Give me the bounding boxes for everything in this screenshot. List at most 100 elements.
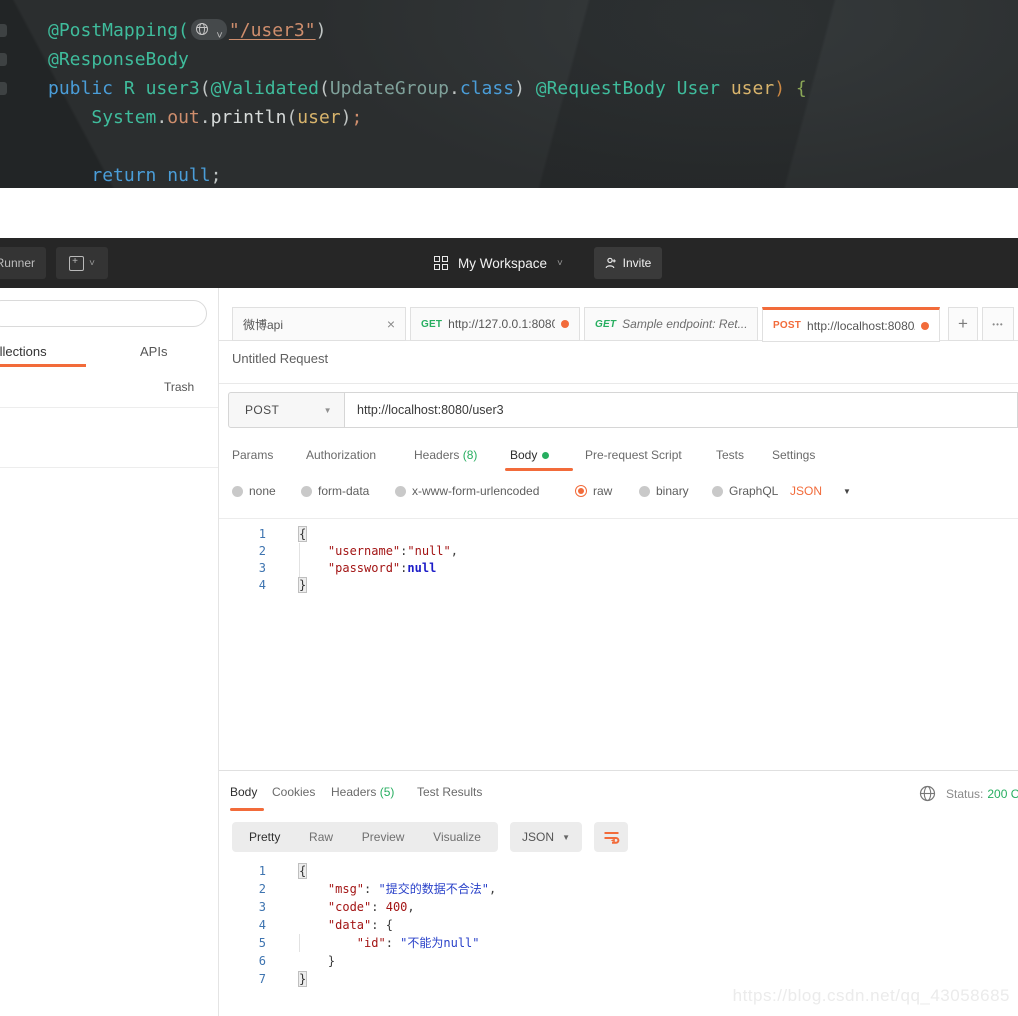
- invite-button[interactable]: Invite: [594, 247, 662, 279]
- line-number: 3: [219, 898, 266, 916]
- view-visualize[interactable]: Visualize: [433, 830, 481, 844]
- indent-guide: [299, 543, 300, 577]
- sidebar-search-input[interactable]: [0, 300, 207, 327]
- code-text: System.out.println(user);: [48, 107, 362, 128]
- tab-params[interactable]: Params: [232, 448, 273, 462]
- ide-code-lines: @PostMapping(˅"/user3")@ResponseBodypubl…: [0, 16, 1018, 188]
- request-tab-post-localhost[interactable]: POST http://localhost:8080/...: [762, 307, 940, 342]
- watermark: https://blog.csdn.net/qq_43058685: [733, 986, 1010, 1006]
- radio-form-data[interactable]: form-data: [301, 484, 369, 498]
- radio-icon: [712, 486, 723, 497]
- request-title: Untitled Request: [232, 351, 328, 366]
- code-line: @PostMapping(˅"/user3"): [0, 16, 1018, 45]
- code-line: [0, 132, 1018, 161]
- new-window-button[interactable]: ˅: [56, 247, 108, 279]
- code-text: return null;: [48, 165, 221, 186]
- response-headers-count: (5): [380, 785, 395, 799]
- code-text: "msg": "提交的数据不合法",: [299, 880, 496, 898]
- code-text: "code": 400,: [299, 898, 415, 916]
- sidebar-tab-collections[interactable]: Collections: [0, 344, 47, 359]
- request-body-editor[interactable]: 1{2 "username":"null",3 "password":null4…: [219, 518, 1018, 775]
- status-value: 200 OK: [987, 787, 1018, 801]
- chevron-down-icon[interactable]: ▼: [843, 487, 851, 496]
- code-line: 2 "msg": "提交的数据不合法",: [219, 880, 1018, 898]
- code-line: return null;: [0, 161, 1018, 188]
- new-tab-button[interactable]: +: [948, 307, 978, 341]
- radio-x-www-form-urlencoded[interactable]: x-www-form-urlencoded: [395, 484, 539, 498]
- method-badge: GET: [421, 319, 442, 330]
- line-number: 6: [219, 952, 266, 970]
- code-line: 4 "data": {: [219, 916, 1018, 934]
- view-preview[interactable]: Preview: [362, 830, 405, 844]
- code-text: }: [299, 577, 306, 594]
- code-line: 6 }: [219, 952, 1018, 970]
- line-number: 7: [219, 970, 266, 988]
- tab-tests[interactable]: Tests: [716, 448, 744, 462]
- tab-settings[interactable]: Settings: [772, 448, 815, 462]
- radio-none[interactable]: none: [232, 484, 276, 498]
- runner-button[interactable]: Runner: [0, 247, 46, 279]
- unsaved-dot: [921, 322, 929, 330]
- headers-count: (8): [463, 448, 478, 462]
- sidebar-tab-apis[interactable]: APIs: [140, 344, 167, 359]
- code-text: public R user3(@Validated(UpdateGroup.cl…: [48, 78, 807, 99]
- url-input[interactable]: http://localhost:8080/user3: [344, 392, 1018, 428]
- tab-label: Sample endpoint: Ret...: [622, 317, 747, 331]
- tab-pre-request-script[interactable]: Pre-request Script: [585, 448, 682, 462]
- code-line: 1{: [219, 526, 1018, 543]
- line-number: 5: [219, 934, 266, 952]
- url-inline-widget-globe-icon[interactable]: ˅: [191, 19, 227, 40]
- globe-icon: [919, 785, 936, 802]
- view-pretty[interactable]: Pretty: [249, 830, 280, 844]
- radio-icon: [232, 486, 243, 497]
- radio-graphql[interactable]: GraphQL: [712, 484, 778, 498]
- response-tab-test-results[interactable]: Test Results: [417, 785, 482, 799]
- workspace-label: My Workspace: [458, 256, 547, 271]
- divider: [0, 407, 218, 408]
- sidebar-trash-link[interactable]: Trash: [164, 380, 194, 394]
- wrap-lines-button[interactable]: [594, 822, 628, 852]
- ide-editor[interactable]: @PostMapping(˅"/user3")@ResponseBodypubl…: [0, 0, 1018, 188]
- radio-label: GraphQL: [729, 484, 778, 498]
- tab-authorization[interactable]: Authorization: [306, 448, 376, 462]
- tab-body[interactable]: Body: [510, 448, 549, 462]
- url-value: http://localhost:8080/user3: [357, 403, 504, 417]
- radio-raw[interactable]: raw: [575, 484, 612, 498]
- divider: [219, 770, 1018, 771]
- radio-label: raw: [593, 484, 612, 498]
- tab-label: http://localhost:8080/...: [807, 319, 915, 333]
- method-select[interactable]: POST ▼: [228, 392, 345, 428]
- response-tab-headers[interactable]: Headers (5): [331, 785, 394, 799]
- close-icon[interactable]: ×: [387, 317, 395, 331]
- response-format-dropdown[interactable]: JSON ▼: [510, 822, 582, 852]
- workspace-grid-icon: [434, 256, 448, 270]
- workspace-switcher[interactable]: My Workspace ˅: [434, 238, 563, 288]
- radio-label: none: [249, 484, 276, 498]
- status-label: Status:: [946, 787, 983, 801]
- invite-label: Invite: [623, 256, 652, 270]
- radio-binary[interactable]: binary: [639, 484, 689, 498]
- view-raw[interactable]: Raw: [309, 830, 333, 844]
- main-content: 微博api × GET http://127.0.0.1:8080/a... G…: [219, 288, 1018, 1016]
- request-tab-get-127[interactable]: GET http://127.0.0.1:8080/a...: [410, 307, 580, 341]
- divider: [0, 467, 218, 468]
- raw-type-dropdown[interactable]: JSON: [790, 484, 822, 498]
- tab-headers[interactable]: Headers (8): [414, 448, 477, 462]
- runner-label: Runner: [0, 256, 35, 270]
- request-tab-sample-endpoint[interactable]: GET Sample endpoint: Ret...: [584, 307, 758, 341]
- unsaved-dot: [561, 320, 569, 328]
- request-tab-weibo-api[interactable]: 微博api ×: [232, 307, 406, 341]
- code-text: @PostMapping(˅"/user3"): [48, 20, 326, 41]
- response-tab-body[interactable]: Body: [230, 785, 257, 799]
- chevron-down-icon: ˅: [89, 258, 95, 269]
- format-label: JSON: [522, 830, 554, 844]
- response-tab-cookies[interactable]: Cookies: [272, 785, 315, 799]
- tab-options-button[interactable]: •••: [982, 307, 1014, 341]
- line-number: 4: [219, 916, 266, 934]
- line-number: 4: [219, 577, 266, 594]
- radio-selected-icon: [575, 485, 587, 497]
- screenshot-root: @PostMapping(˅"/user3")@ResponseBodypubl…: [0, 0, 1018, 1016]
- line-number: 1: [219, 862, 266, 880]
- code-line: 3 "password":null: [219, 560, 1018, 577]
- tab-label: http://127.0.0.1:8080/a...: [448, 317, 555, 331]
